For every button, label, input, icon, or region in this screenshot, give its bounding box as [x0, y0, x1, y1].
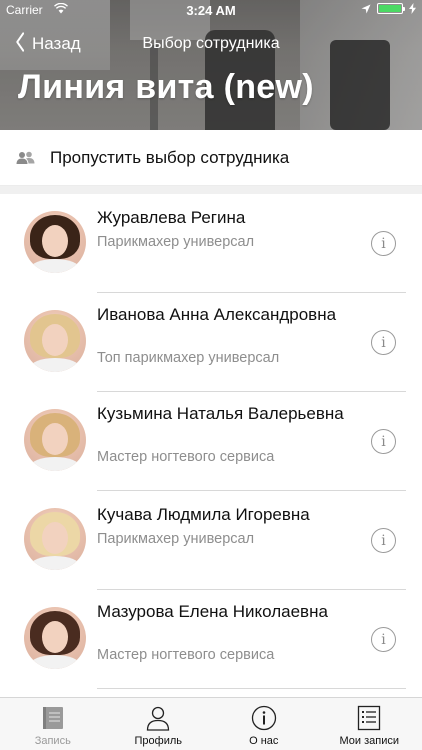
tab-bar: Запись Профиль О нас Мои записи	[0, 697, 422, 750]
employee-role: Парикмахер универсал	[97, 234, 255, 250]
info-icon	[251, 705, 276, 731]
section-divider	[0, 186, 422, 194]
employee-name: Мазурова Елена Николаевна	[97, 602, 328, 621]
avatar-shirt	[30, 259, 80, 273]
status-right	[361, 3, 416, 14]
avatar	[24, 211, 86, 273]
employee-list: Журавлева Регина Парикмахер универсал i …	[0, 194, 422, 697]
list-icon	[358, 705, 381, 731]
avatar	[24, 508, 86, 570]
employee-row[interactable]: Кучава Людмила Игоревна Парикмахер униве…	[0, 491, 422, 590]
avatar	[24, 409, 86, 471]
employee-name: Журавлева Регина	[97, 208, 246, 227]
page-title: Выбор сотрудника	[142, 35, 280, 52]
location-icon	[361, 4, 371, 13]
salon-name: Линия вита (new)	[18, 68, 314, 106]
skip-employee-button[interactable]: Пропустить выбор сотрудника	[0, 130, 422, 186]
employee-row[interactable]: Иванова Анна Александровна Топ парикмахе…	[0, 293, 422, 392]
avatar-face	[42, 522, 68, 554]
avatar-shirt	[30, 358, 80, 372]
employee-row[interactable]: Кузьмина Наталья Валерьевна Мастер ногте…	[0, 392, 422, 491]
tab-profile[interactable]: Профиль	[106, 698, 212, 750]
tab-label: О нас	[249, 735, 279, 747]
employee-name: Кузьмина Наталья Валерьевна	[97, 404, 344, 423]
row-divider	[97, 688, 406, 689]
employee-role: Мастер ногтевого сервиса	[97, 647, 275, 663]
avatar-shirt	[30, 655, 80, 669]
info-icon[interactable]: i	[371, 627, 396, 652]
charging-icon	[409, 3, 416, 14]
info-icon[interactable]: i	[371, 528, 396, 553]
avatar-shirt	[30, 457, 80, 471]
avatar-face	[42, 423, 68, 455]
battery-fill	[379, 5, 401, 12]
avatar-face	[42, 225, 68, 257]
status-bar: Carrier 3:24 AM	[0, 0, 422, 20]
tab-label: Запись	[34, 735, 71, 747]
group-icon	[16, 151, 36, 165]
status-time: 3:24 AM	[186, 3, 236, 18]
info-icon[interactable]: i	[371, 330, 396, 355]
avatar-face	[42, 324, 68, 356]
header: Carrier 3:24 AM Назад Выбор сотрудника Л…	[0, 0, 422, 130]
info-icon[interactable]: i	[371, 429, 396, 454]
tab-about[interactable]: О нас	[211, 698, 317, 750]
avatar-face	[42, 621, 68, 653]
avatar	[24, 607, 86, 669]
skip-label: Пропустить выбор сотрудника	[50, 147, 290, 167]
tab-label: Мои записи	[339, 735, 399, 747]
book-icon	[42, 707, 63, 729]
employee-role: Топ парикмахер универсал	[97, 350, 280, 366]
tab-booking[interactable]: Запись	[0, 698, 106, 750]
employee-name: Иванова Анна Александровна	[97, 305, 337, 324]
employee-role: Мастер ногтевого сервиса	[97, 449, 275, 465]
employee-row[interactable]: Мазурова Елена Николаевна Мастер ногтево…	[0, 590, 422, 689]
employee-row[interactable]: Журавлева Регина Парикмахер универсал i	[0, 194, 422, 293]
avatar	[24, 310, 86, 372]
person-icon	[147, 706, 170, 731]
employee-role: Парикмахер универсал	[97, 531, 255, 547]
tab-label: Профиль	[134, 735, 183, 747]
avatar-shirt	[30, 556, 80, 570]
employee-name: Кучава Людмила Игоревна	[97, 505, 310, 524]
battery-icon	[377, 3, 405, 14]
info-icon[interactable]: i	[371, 231, 396, 256]
tab-my-bookings[interactable]: Мои записи	[317, 698, 422, 750]
